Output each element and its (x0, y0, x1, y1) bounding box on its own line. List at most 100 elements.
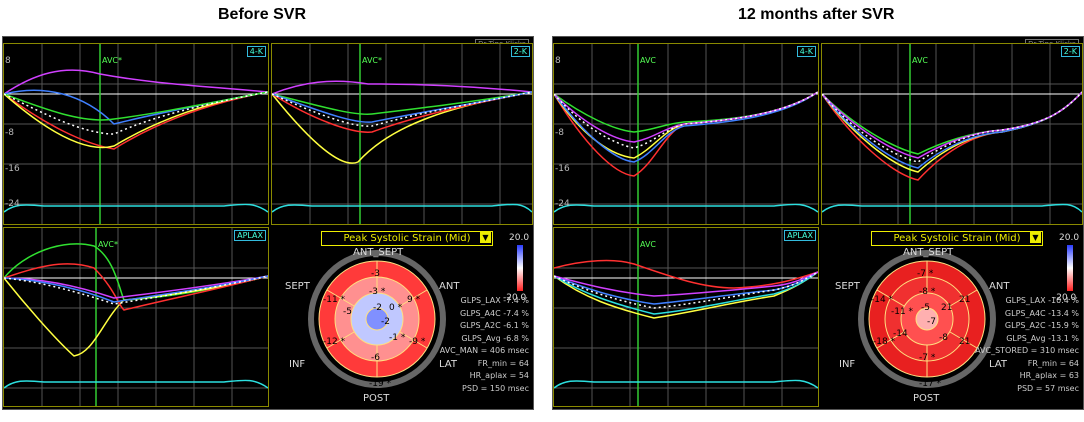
stat-line: GLPS_LAX -7.4 % (460, 296, 529, 305)
view-tag-4k[interactable]: 4-K (246, 46, 266, 57)
y-tick: -16 (555, 164, 570, 174)
segment-value: -5 (343, 307, 352, 317)
stat-line: AVC_STORED = 310 msec (975, 346, 1079, 355)
stat-line: FR_min = 64 (1027, 358, 1079, 368)
stat-line: GLPS_A2C -15.9 % (1004, 321, 1079, 330)
avc-label: AVC (640, 56, 657, 65)
view-tag-aplax[interactable]: APLAX (234, 230, 266, 241)
stat-line: GLPS_A4C -13.4 % (1004, 308, 1079, 318)
segment-value: -12 * (323, 337, 346, 347)
y-tick: -8 (5, 128, 14, 138)
segment-value: -19 * (369, 379, 392, 389)
dir-sept: SEPT (285, 281, 310, 292)
segment-value: 21 (941, 303, 953, 313)
view-tag-4k[interactable]: 4-K (796, 46, 816, 57)
y-tick: 8 (5, 56, 11, 66)
dir-inf: INF (839, 359, 856, 370)
stats-block: GLPS_LAX -7.4 % GLPS_A4C -7.4 % GLPS_A2C… (440, 295, 529, 395)
avc-label: AVC (912, 56, 929, 65)
y-tick: -24 (555, 199, 570, 209)
segment-value: 0 * (389, 303, 403, 313)
dir-inf: INF (289, 359, 306, 370)
dropdown-label: Peak Systolic Strain (Mid) (893, 233, 1021, 244)
segment-value: -8 * (919, 287, 936, 297)
plot-2k-before[interactable]: AVC* 2-K (271, 43, 533, 225)
stat-line: HR_aplax = 63 (1019, 371, 1079, 380)
strain-curves-2k (272, 44, 532, 224)
segment-value: 9 * (407, 295, 421, 305)
dir-post: POST (363, 393, 390, 404)
segment-value: -17 * (919, 379, 942, 389)
segment-value: -11 * (323, 295, 346, 305)
strain-curves-4k (4, 44, 268, 224)
avc-label: AVC* (102, 56, 123, 65)
plot-4k-before[interactable]: 8 -8 -16 -24 AVC* 4-K (3, 43, 269, 225)
plot-aplax-before[interactable]: AVC* APLAX (3, 227, 269, 407)
segment-value: -7 * (917, 269, 934, 279)
color-scale-bar (1067, 245, 1073, 291)
stats-block: GLPS_LAX -10.4 % GLPS_A4C -13.4 % GLPS_A… (975, 295, 1079, 395)
dir-sept: SEPT (835, 281, 860, 292)
segment-value: -5 (921, 303, 930, 313)
stat-line: GLPS_Avg -13.1 % (1006, 333, 1079, 343)
segment-value: -11 * (891, 307, 914, 317)
stat-line: HR_aplax = 54 (469, 371, 529, 380)
segment-value: -1 * (389, 333, 406, 343)
segment-value: -3 * (369, 287, 386, 297)
strain-curves-aplax (4, 228, 268, 406)
dir-post: POST (913, 393, 940, 404)
view-tag-2k[interactable]: 2-K (1060, 46, 1080, 57)
y-tick: 8 (555, 56, 561, 66)
segment-value: -8 (939, 333, 948, 343)
dir-ant: ANT (439, 281, 460, 292)
stat-line: PSD = 150 msec (462, 383, 529, 393)
stat-line: FR_min = 64 (477, 358, 529, 368)
avc-label: AVC* (98, 240, 119, 249)
avc-label: AVC* (362, 56, 383, 65)
segment-value: -14 * (871, 295, 894, 305)
color-scale-bar (517, 245, 523, 291)
strain-curves-4k (554, 44, 818, 224)
plot-aplax-after[interactable]: AVC APLAX (553, 227, 819, 407)
title-before: Before SVR (218, 6, 307, 23)
dir-ant-sept: ANT_SEPT (903, 247, 954, 258)
color-scale-top: 20.0 (1059, 233, 1080, 243)
segment-value: -2 (381, 317, 390, 327)
measurement-dropdown[interactable]: Peak Systolic Strain (Mid) ▼ (871, 231, 1043, 246)
segment-value: 21 (959, 295, 971, 305)
dir-ant: ANT (989, 281, 1010, 292)
segment-value: -18 * (873, 337, 896, 347)
chevron-down-icon: ▼ (480, 232, 491, 243)
stat-line: GLPS_LAX -10.4 % (1005, 296, 1079, 305)
chevron-down-icon: ▼ (1030, 232, 1041, 243)
panel-after: Dr Tino Klicke 8 -8 -16 -24 AVC 4-K (552, 36, 1084, 410)
stat-line: PSD = 57 msec (1017, 383, 1079, 393)
stat-line: GLPS_Avg -6.8 % (461, 333, 529, 343)
view-tag-2k[interactable]: 2-K (510, 46, 530, 57)
segment-value: -7 * (919, 353, 936, 363)
dir-ant-sept: ANT_SEPT (353, 247, 404, 258)
segment-value: -14 (893, 329, 908, 339)
y-tick: -16 (5, 164, 20, 174)
segment-value: -9 * (409, 337, 426, 347)
stat-line: AVC_MAN = 406 msec (439, 346, 529, 355)
color-scale-top: 20.0 (509, 233, 530, 243)
strain-curves-2k (822, 44, 1082, 224)
dropdown-label: Peak Systolic Strain (Mid) (343, 233, 471, 244)
segment-value: -3 (371, 269, 380, 279)
plot-2k-after[interactable]: AVC 2-K (821, 43, 1083, 225)
avc-label: AVC (640, 240, 657, 249)
segment-value: 21 (959, 337, 971, 347)
segment-value: -2 (373, 303, 382, 313)
title-after: 12 months after SVR (738, 6, 895, 23)
measurement-dropdown[interactable]: Peak Systolic Strain (Mid) ▼ (321, 231, 493, 246)
strain-curves-aplax (554, 228, 818, 406)
stat-line: GLPS_A2C -6.1 % (459, 321, 529, 330)
view-tag-aplax[interactable]: APLAX (784, 230, 816, 241)
stat-line: GLPS_A4C -7.4 % (459, 308, 529, 318)
y-tick: -24 (5, 199, 20, 209)
segment-value: -6 (371, 353, 380, 363)
panel-before: Dr Tino Klicke 8 -8 -16 -24 AVC* 4-K (2, 36, 534, 410)
segment-value: -7 (927, 317, 936, 327)
plot-4k-after[interactable]: 8 -8 -16 -24 AVC 4-K (553, 43, 819, 225)
